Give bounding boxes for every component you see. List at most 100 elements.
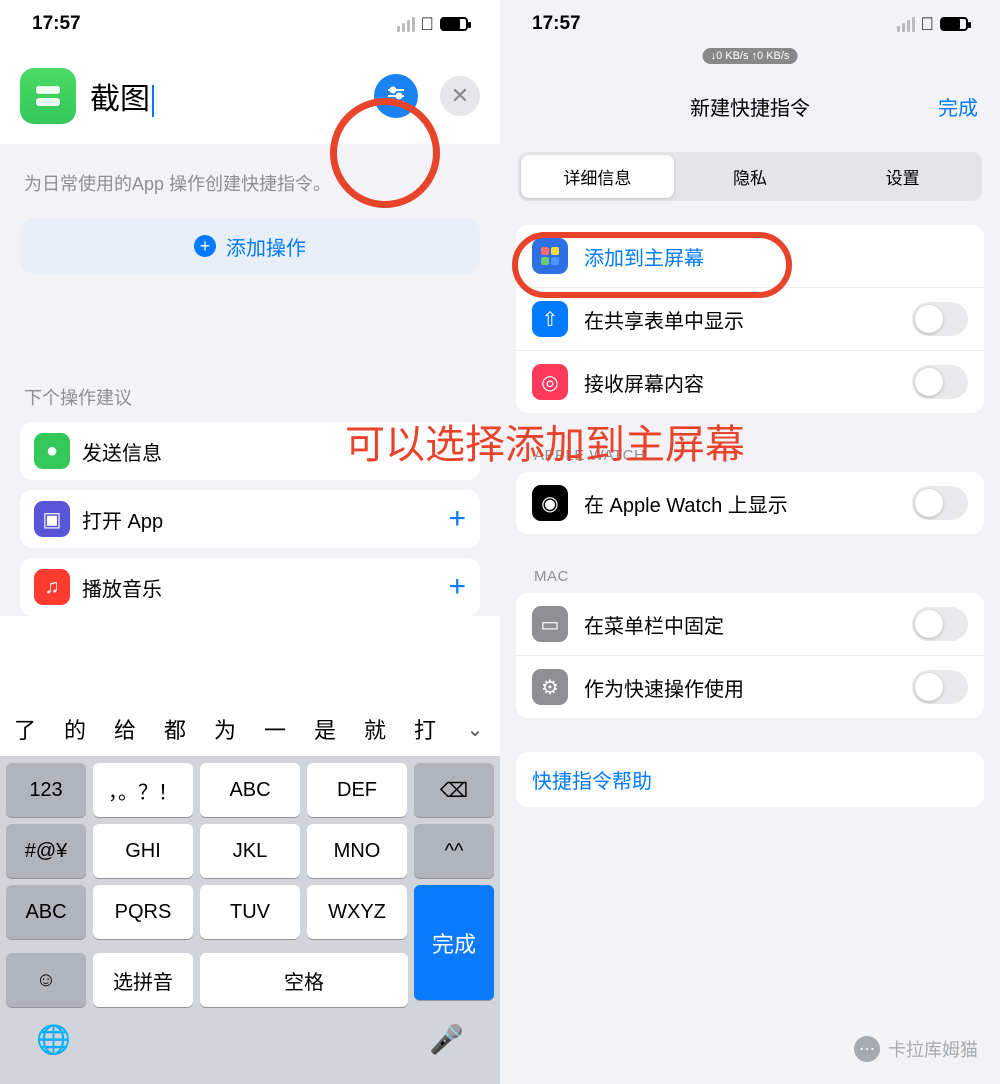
candidate[interactable]: 给 xyxy=(100,713,150,745)
group-apple-watch: ◉ 在 Apple Watch 上显示 xyxy=(516,472,984,534)
key-backspace[interactable]: ⌫ xyxy=(414,763,494,817)
row-label: 在 Apple Watch 上显示 xyxy=(584,489,788,518)
suggestion-label: 播放音乐 xyxy=(82,573,162,602)
add-action-label: 添加操作 xyxy=(226,232,306,261)
gear-icon: ⚙ xyxy=(532,669,568,705)
row-quick-action[interactable]: ⚙ 作为快速操作使用 xyxy=(516,655,984,718)
row-menu-bar[interactable]: ▭ 在菜单栏中固定 xyxy=(516,593,984,655)
key-symbols[interactable]: #@¥ xyxy=(6,824,86,878)
add-icon[interactable]: + xyxy=(448,502,466,536)
suggestions-label: 下个操作建议 xyxy=(24,384,476,410)
expand-candidates-icon[interactable]: ⌄ xyxy=(450,717,500,742)
tab-details[interactable]: 详细信息 xyxy=(521,155,674,198)
status-icons: 􀙇 xyxy=(397,14,469,35)
wifi-icon: 􀙇 xyxy=(921,14,935,35)
open-app-icon: ▣ xyxy=(34,501,70,537)
key-done[interactable]: 完成 xyxy=(414,885,494,1000)
key-123[interactable]: 123 xyxy=(6,763,86,817)
battery-icon xyxy=(940,17,968,31)
row-apple-watch[interactable]: ◉ 在 Apple Watch 上显示 xyxy=(516,472,984,534)
row-receive-screen[interactable]: ◎ 接收屏幕内容 xyxy=(516,350,984,413)
key-tone[interactable]: ^^ xyxy=(414,824,494,878)
status-time: 17:57 xyxy=(32,13,81,35)
section-mac: MAC xyxy=(500,534,1000,593)
key-ghi[interactable]: GHI xyxy=(93,824,193,878)
annotation-circle xyxy=(330,98,440,208)
menu-bar-icon: ▭ xyxy=(532,606,568,642)
candidate[interactable]: 是 xyxy=(300,713,350,745)
text-cursor xyxy=(152,85,154,117)
suggestion-label: 打开 App xyxy=(82,505,163,534)
key-pinyin[interactable]: 选拼音 xyxy=(93,953,193,1007)
modal-title: 新建快捷指令 xyxy=(690,92,810,121)
key-abc[interactable]: ABC xyxy=(200,763,300,817)
messages-icon: ● xyxy=(34,433,70,469)
key-space[interactable]: 空格 xyxy=(200,953,408,1007)
wechat-icon: ⋯ xyxy=(854,1036,880,1062)
annotation-oval xyxy=(512,232,792,298)
share-icon: ⇧ xyxy=(532,301,568,337)
candidate[interactable]: 的 xyxy=(50,713,100,745)
tab-privacy[interactable]: 隐私 xyxy=(674,155,827,198)
status-bar: 17:57 􀙇 xyxy=(500,0,1000,48)
keyboard: 了 的 给 都 为 一 是 就 打 ⌄ 123 ，。？！ ABC DEF ⌫ #… xyxy=(0,702,500,1084)
key-def[interactable]: DEF xyxy=(307,763,407,817)
right-phone: 17:57 􀙇 ↓0 KB/s ↑0 KB/s 新建快捷指令 完成 详细信息 隐… xyxy=(500,0,1000,1084)
left-body: 为日常使用的App 操作创建快捷指令。 + 添加操作 下个操作建议 ● 发送信息… xyxy=(0,144,500,616)
close-button[interactable]: ✕ xyxy=(440,76,480,116)
suggestion-open-app[interactable]: ▣ 打开 App + xyxy=(20,490,480,548)
signal-icon xyxy=(897,17,915,32)
status-time: 17:57 xyxy=(532,13,581,35)
candidate[interactable]: 打 xyxy=(400,713,450,745)
suggestion-play-music[interactable]: ♫ 播放音乐 + xyxy=(20,558,480,616)
key-pqrs[interactable]: PQRS xyxy=(93,885,193,939)
apple-watch-icon: ◉ xyxy=(532,485,568,521)
row-label: 在共享表单中显示 xyxy=(584,305,744,334)
add-action-button[interactable]: + 添加操作 xyxy=(20,218,480,274)
wifi-icon: 􀙇 xyxy=(421,14,435,35)
watermark-text: 卡拉库姆猫 xyxy=(888,1036,978,1062)
toggle-menu-bar[interactable] xyxy=(912,607,968,641)
key-emoji[interactable]: ☺ xyxy=(6,953,86,1007)
row-label: 在菜单栏中固定 xyxy=(584,610,724,639)
network-speed: ↓0 KB/s ↑0 KB/s xyxy=(703,48,798,64)
group-mac: ▭ 在菜单栏中固定 ⚙ 作为快速操作使用 xyxy=(516,593,984,718)
candidate[interactable]: 就 xyxy=(350,713,400,745)
key-english[interactable]: ABC xyxy=(6,885,86,939)
candidate[interactable]: 为 xyxy=(200,713,250,745)
done-button[interactable]: 完成 xyxy=(938,92,978,121)
screen-content-icon: ◎ xyxy=(532,364,568,400)
candidate[interactable]: 一 xyxy=(250,713,300,745)
shortcut-title-input[interactable]: 截图 xyxy=(90,74,360,118)
segmented-control[interactable]: 详细信息 隐私 设置 xyxy=(518,152,982,201)
shortcut-title: 截图 xyxy=(90,83,150,116)
shortcut-app-icon[interactable] xyxy=(20,68,76,124)
key-mno[interactable]: MNO xyxy=(307,824,407,878)
row-label: 接收屏幕内容 xyxy=(584,368,704,397)
toggle-share-sheet[interactable] xyxy=(912,302,968,336)
plus-icon: + xyxy=(194,235,216,257)
add-icon[interactable]: + xyxy=(448,570,466,604)
key-jkl[interactable]: JKL xyxy=(200,824,300,878)
annotation-text: 可以选择添加到主屏幕 xyxy=(345,412,745,470)
suggestion-label: 发送信息 xyxy=(82,437,162,466)
key-wxyz[interactable]: WXYZ xyxy=(307,885,407,939)
signal-icon xyxy=(397,17,415,32)
candidate[interactable]: 都 xyxy=(150,713,200,745)
tab-settings[interactable]: 设置 xyxy=(826,155,979,198)
left-phone: 17:57 􀙇 ↓2 KB/s ↑1 KB/s 截图 ✕ 为日常使用的App 操… xyxy=(0,0,500,1084)
key-punct[interactable]: ，。？！ xyxy=(93,763,193,817)
key-tuv[interactable]: TUV xyxy=(200,885,300,939)
candidate[interactable]: 了 xyxy=(0,713,50,745)
candidate-bar[interactable]: 了 的 给 都 为 一 是 就 打 ⌄ xyxy=(0,702,500,756)
toggle-apple-watch[interactable] xyxy=(912,486,968,520)
row-help[interactable]: 快捷指令帮助 xyxy=(516,752,984,807)
modal-header: 新建快捷指令 完成 xyxy=(500,78,1000,134)
mic-icon[interactable]: 🎤 xyxy=(429,1023,464,1056)
watermark: ⋯ 卡拉库姆猫 xyxy=(854,1036,978,1062)
globe-icon[interactable]: 🌐 xyxy=(36,1023,71,1056)
battery-icon xyxy=(440,17,468,31)
row-label: 作为快速操作使用 xyxy=(584,673,744,702)
toggle-receive-screen[interactable] xyxy=(912,365,968,399)
toggle-quick-action[interactable] xyxy=(912,670,968,704)
